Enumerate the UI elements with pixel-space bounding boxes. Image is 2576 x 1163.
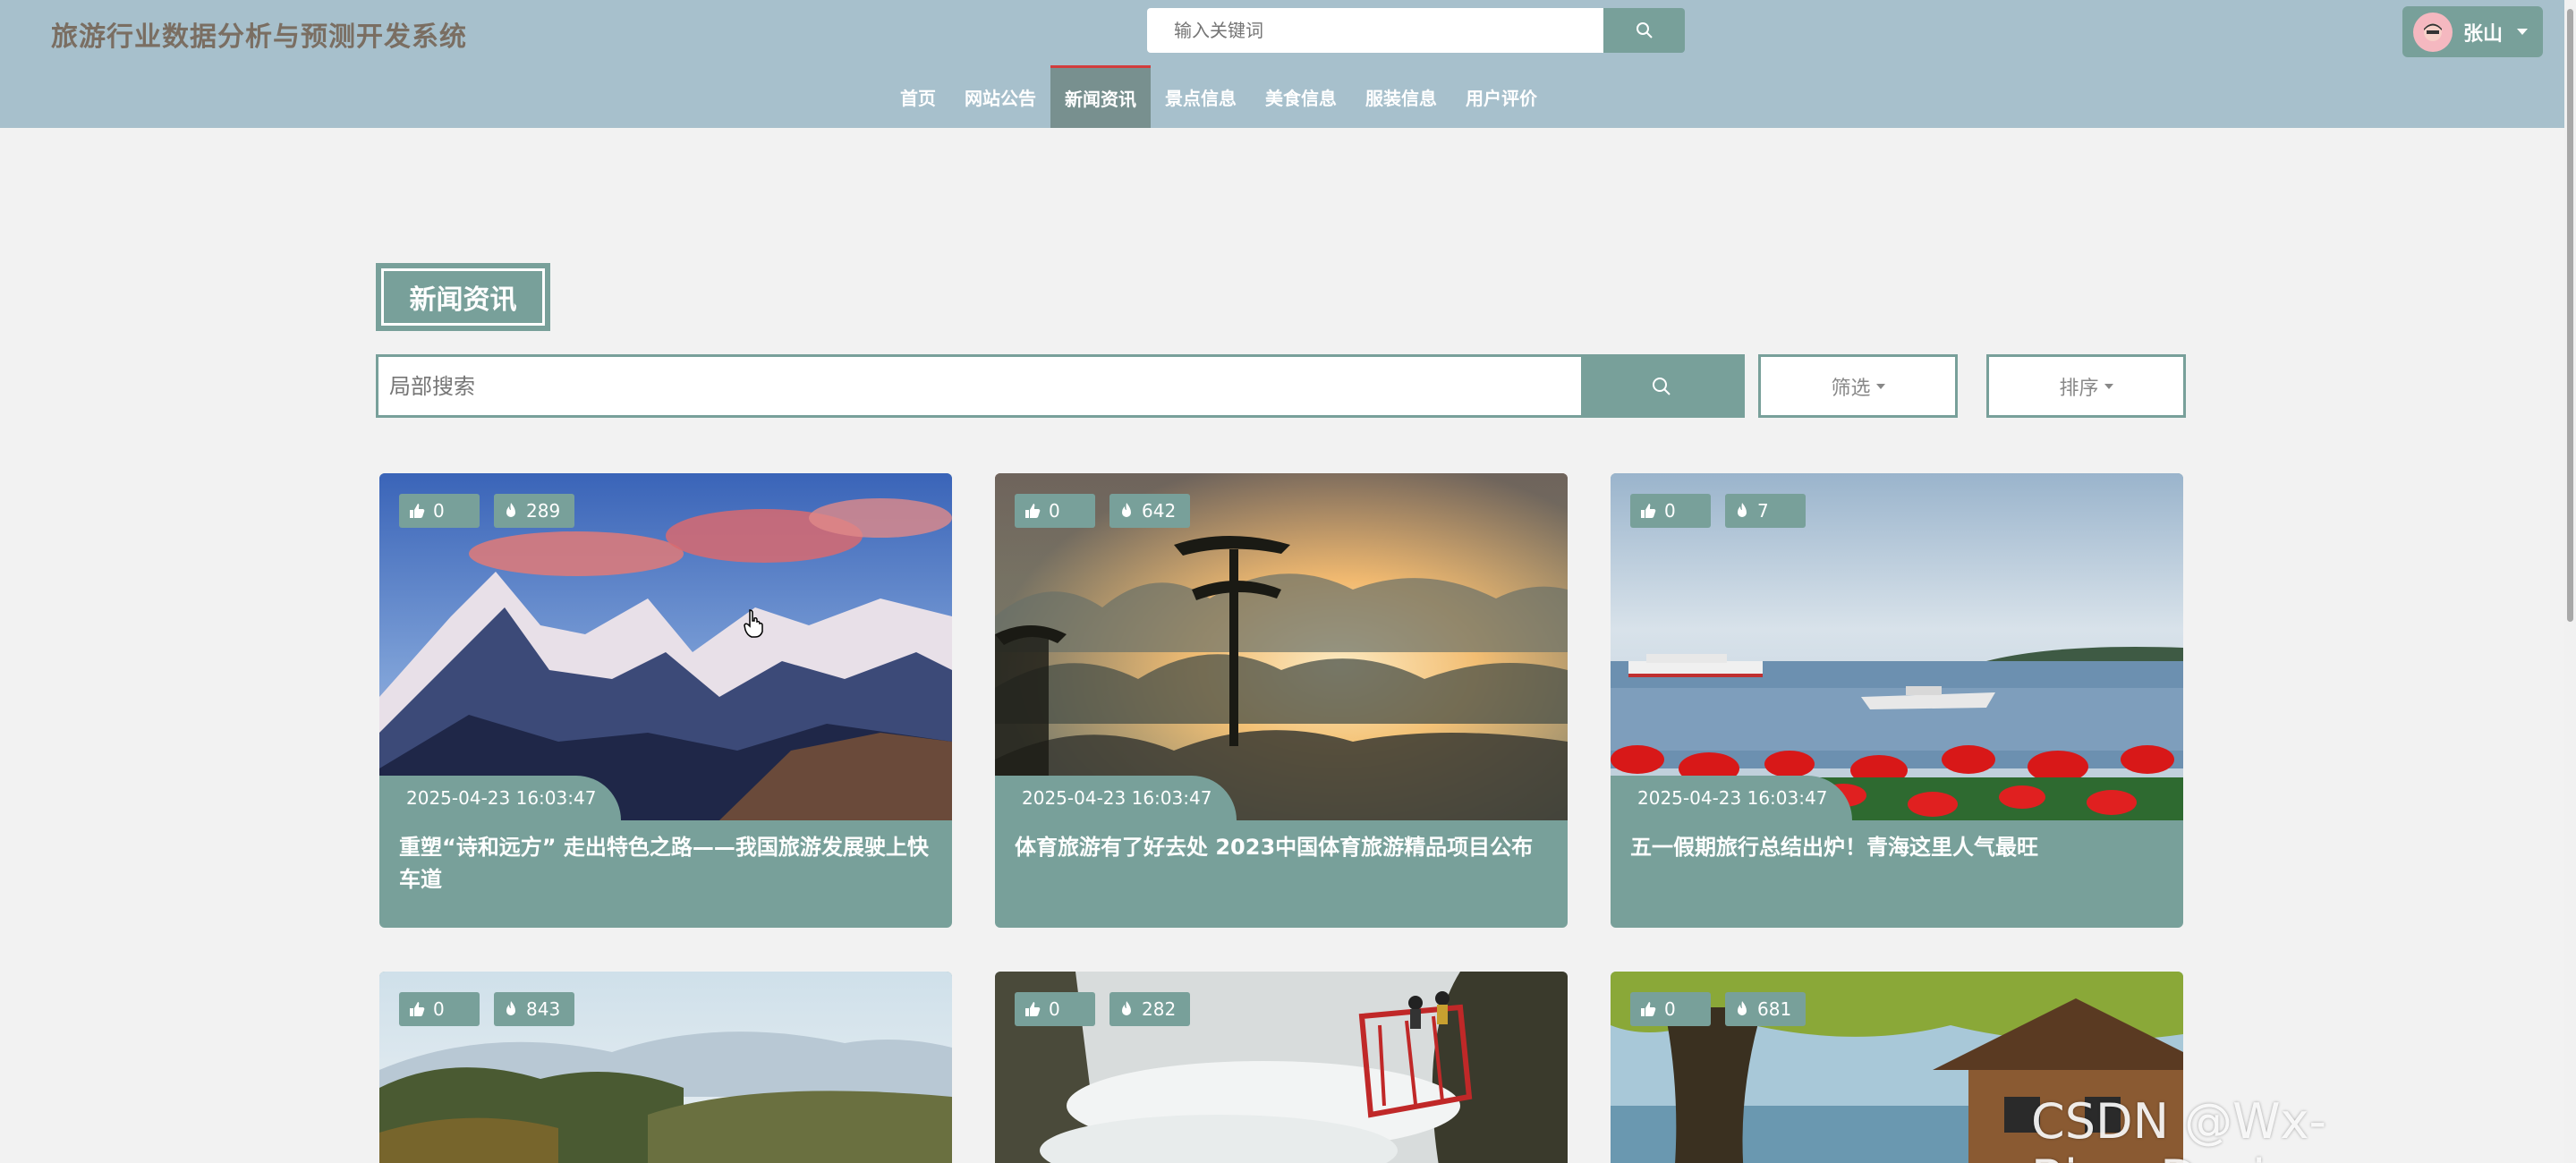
user-menu-button[interactable]: 张山 (2402, 6, 2543, 57)
news-title[interactable]: 重塑“诗和远方” 走出特色之路——我国旅游发展驶上快车道 (379, 820, 952, 928)
news-card[interactable]: 0 843 (379, 972, 952, 1163)
site-title: 旅游行业数据分析与预测开发系统 (51, 21, 467, 53)
like-count[interactable]: 0 (1630, 494, 1711, 528)
view-count: 681 (1725, 992, 1806, 1026)
nav-item-news[interactable]: 新闻资讯 (1050, 65, 1151, 128)
news-card[interactable]: 0 282 (995, 972, 1568, 1163)
view-count: 282 (1109, 992, 1190, 1026)
nav-item-attractions[interactable]: 景点信息 (1151, 65, 1251, 128)
page-scrollbar[interactable] (2564, 0, 2576, 1163)
news-card-image: 0 282 (995, 972, 1568, 1163)
watermark: CSDN @Wx-Biye_Design (2031, 1093, 2327, 1163)
flame-icon (1122, 503, 1131, 517)
news-card-image: 0 7 2025-04-23 16:03:47 (1611, 473, 2183, 820)
thumbs-up-icon (1641, 504, 1656, 518)
filter-label: 筛选 (1831, 377, 1871, 400)
thumbs-up-icon (410, 1002, 425, 1016)
keyword-search-input[interactable] (1147, 8, 1603, 53)
chevron-down-icon (1875, 383, 1885, 389)
top-header: 旅游行业数据分析与预测开发系统 张山 首页 网站公告 新闻资讯 景点信息 美食信 (0, 0, 2564, 128)
main-nav: 首页 网站公告 新闻资讯 景点信息 美食信息 服装信息 用户评价 (0, 65, 2564, 128)
top-search (1147, 8, 1685, 53)
filter-dropdown[interactable]: 筛选 (1758, 354, 1958, 418)
news-card[interactable]: 0 289 2025-04-23 16:03:47 重塑“诗和远方” 走出特色之… (379, 473, 952, 928)
chevron-down-icon (2104, 383, 2113, 389)
flame-icon (1738, 1001, 1747, 1015)
news-card-image: 0 289 2025-04-23 16:03:47 (379, 473, 952, 820)
section-title: 新闻资讯 (376, 263, 550, 331)
flame-icon (1738, 503, 1747, 517)
sort-label: 排序 (2059, 377, 2099, 400)
thumbs-up-icon (410, 504, 425, 518)
section-title-text: 新闻资讯 (381, 268, 545, 326)
nav-item-food[interactable]: 美食信息 (1251, 65, 1351, 128)
news-title[interactable]: 体育旅游有了好去处 2023中国体育旅游精品项目公布 (995, 820, 1568, 928)
view-count: 289 (494, 494, 574, 528)
news-card[interactable]: 0 7 2025-04-23 16:03:47 五一假期旅行总结出炉！青海这里人… (1611, 473, 2183, 928)
view-count: 843 (494, 992, 574, 1026)
like-count[interactable]: 0 (399, 494, 480, 528)
sort-dropdown[interactable]: 排序 (1986, 354, 2186, 418)
news-card[interactable]: 0 642 2025-04-23 16:03:47 体育旅游有了好去处 2023… (995, 473, 1568, 928)
like-count[interactable]: 0 (399, 992, 480, 1026)
like-count[interactable]: 0 (1015, 992, 1095, 1026)
like-count[interactable]: 0 (1630, 992, 1711, 1026)
publish-date: 2025-04-23 16:03:47 (379, 776, 621, 820)
publish-date: 2025-04-23 16:03:47 (1611, 776, 1852, 820)
thumbs-up-icon (1025, 504, 1041, 518)
local-search (376, 354, 1745, 418)
search-icon (1653, 377, 1671, 395)
nav-item-home[interactable]: 首页 (886, 65, 950, 128)
user-name: 张山 (2463, 22, 2504, 46)
news-card-image: 0 642 2025-04-23 16:03:47 (995, 473, 1568, 820)
flame-icon (506, 503, 515, 517)
nav-item-clothing[interactable]: 服装信息 (1351, 65, 1451, 128)
view-count: 7 (1725, 494, 1806, 528)
hand-cursor-icon (744, 609, 763, 638)
local-search-button[interactable] (1581, 357, 1742, 415)
flame-icon (506, 1001, 515, 1015)
thumbs-up-icon (1025, 1002, 1041, 1016)
nav-item-reviews[interactable]: 用户评价 (1451, 65, 1552, 128)
avatar (2413, 12, 2453, 52)
nav-item-announcements[interactable]: 网站公告 (950, 65, 1050, 128)
top-search-button[interactable] (1603, 8, 1685, 53)
news-title[interactable]: 五一假期旅行总结出炉！青海这里人气最旺 (1611, 820, 2183, 928)
thumbs-up-icon (1641, 1002, 1656, 1016)
scrollbar-thumb[interactable] (2567, 9, 2573, 622)
news-card-image: 0 843 (379, 972, 952, 1163)
local-search-input[interactable] (378, 357, 1581, 415)
like-count[interactable]: 0 (1015, 494, 1095, 528)
publish-date: 2025-04-23 16:03:47 (995, 776, 1237, 820)
chevron-down-icon (2517, 29, 2529, 35)
flame-icon (1122, 1001, 1131, 1015)
search-icon (1636, 22, 1653, 38)
view-count: 642 (1109, 494, 1190, 528)
